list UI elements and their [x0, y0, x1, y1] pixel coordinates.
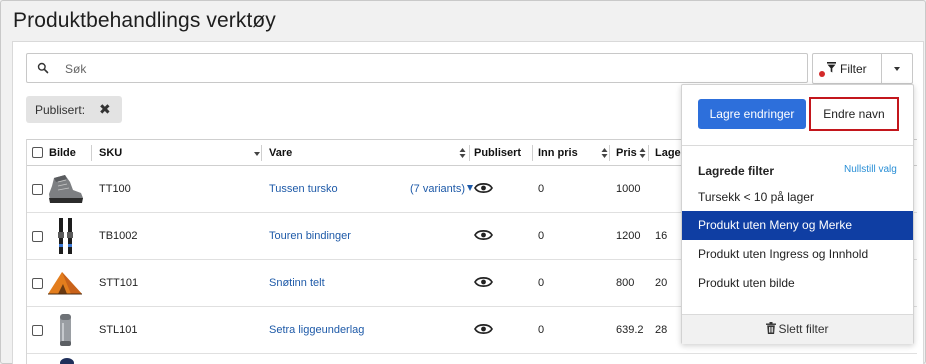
- saved-filter-item[interactable]: Produkt uten Ingress og Innhold: [682, 240, 913, 269]
- rename-button[interactable]: Endre navn: [809, 97, 899, 131]
- table-row[interactable]: [27, 354, 917, 364]
- column-divider: [91, 145, 92, 161]
- saved-filter-item-active[interactable]: Produkt uten Meny og Merke: [682, 211, 913, 240]
- sort-icon[interactable]: [459, 147, 466, 159]
- sort-icon[interactable]: [639, 147, 646, 159]
- delete-filter-label: Slett filter: [778, 322, 829, 336]
- filter-button[interactable]: Filter: [813, 54, 882, 83]
- filter-label: Filter: [840, 62, 867, 76]
- row-sku: TT100: [99, 183, 131, 195]
- row-checkbox[interactable]: [32, 231, 43, 242]
- row-checkbox[interactable]: [32, 278, 43, 289]
- row-inn-pris: 0: [538, 324, 545, 336]
- row-lager: 28: [655, 324, 668, 336]
- select-all-checkbox[interactable]: [32, 147, 43, 158]
- search-box[interactable]: [26, 53, 808, 83]
- search-icon: [37, 62, 49, 74]
- col-header-pris[interactable]: Pris: [616, 147, 637, 159]
- row-inn-pris: 0: [538, 183, 545, 195]
- sort-icon[interactable]: [601, 147, 608, 159]
- row-product-link[interactable]: Snøtinn telt: [269, 277, 325, 289]
- sort-caret-icon[interactable]: [254, 152, 260, 156]
- column-divider: [532, 145, 533, 161]
- row-product-link[interactable]: Touren bindinger: [269, 230, 351, 242]
- row-inn-pris: 0: [538, 277, 545, 289]
- row-pris: 800: [616, 277, 635, 289]
- row-product-link[interactable]: Tussen tursko: [269, 183, 338, 195]
- col-header-vare[interactable]: Vare: [269, 147, 292, 159]
- funnel-icon: [827, 62, 836, 73]
- eye-icon[interactable]: [474, 322, 493, 336]
- col-header-bilde: Bilde: [49, 147, 76, 159]
- search-input[interactable]: [65, 59, 795, 79]
- row-sku: STL101: [99, 324, 138, 336]
- row-lager: 20: [655, 277, 668, 289]
- sleeping-pad-thumbnail: [60, 314, 71, 346]
- row-pris: 1200: [616, 230, 641, 242]
- chip-label: Publisert:: [35, 103, 86, 117]
- filter-dropdown-toggle[interactable]: [882, 54, 912, 83]
- row-product-link[interactable]: Setra liggeunderlag: [269, 324, 364, 336]
- ski-binding-thumbnail: [58, 218, 73, 254]
- eye-icon[interactable]: [474, 275, 493, 289]
- row-pris: 1000: [616, 183, 641, 195]
- col-header-publisert[interactable]: Publisert: [474, 147, 521, 159]
- product-thumbnail-partial: [60, 358, 74, 364]
- close-icon[interactable]: ✖: [99, 101, 111, 117]
- trash-icon: [766, 322, 777, 334]
- reset-selection-link[interactable]: Nullstill valg: [844, 164, 897, 175]
- save-changes-button[interactable]: Lagre endringer: [698, 99, 806, 129]
- column-divider: [648, 145, 649, 161]
- saved-filter-item[interactable]: Tursekk < 10 på lager: [682, 183, 913, 212]
- eye-icon[interactable]: [474, 228, 493, 242]
- caret-down-icon: [467, 185, 474, 191]
- row-pris: 639.2: [616, 324, 644, 336]
- active-filter-chip: Publisert: ✖: [26, 96, 122, 123]
- chevron-down-icon: [894, 67, 900, 71]
- tent-thumbnail: [48, 272, 82, 295]
- saved-filter-item[interactable]: Produkt uten bilde: [682, 269, 913, 298]
- row-lager: 16: [655, 230, 668, 242]
- row-inn-pris: 0: [538, 230, 545, 242]
- col-header-sku[interactable]: SKU: [99, 147, 122, 159]
- variants-toggle[interactable]: (7 variants): [410, 183, 474, 195]
- row-sku: STT101: [99, 277, 139, 289]
- col-header-inn-pris[interactable]: Inn pris: [538, 147, 578, 159]
- column-divider: [609, 145, 610, 161]
- column-divider: [261, 145, 262, 161]
- row-checkbox[interactable]: [32, 325, 43, 336]
- variants-label: (7 variants): [410, 183, 466, 195]
- row-checkbox[interactable]: [32, 184, 43, 195]
- hiking-boot-thumbnail: [49, 175, 83, 203]
- filter-button-group: Filter: [812, 53, 913, 84]
- column-divider: [469, 145, 470, 161]
- delete-filter-button[interactable]: Slett filter: [682, 315, 913, 344]
- active-filter-dot: [819, 71, 825, 77]
- page-title: Produktbehandlings verktøy: [13, 9, 276, 32]
- saved-filters-title: Lagrede filter: [698, 164, 775, 178]
- eye-icon[interactable]: [474, 181, 493, 195]
- row-sku: TB1002: [99, 230, 138, 242]
- filter-dropdown-panel: Lagre endringer Endre navn Lagrede filte…: [681, 84, 914, 344]
- divider: [682, 145, 913, 146]
